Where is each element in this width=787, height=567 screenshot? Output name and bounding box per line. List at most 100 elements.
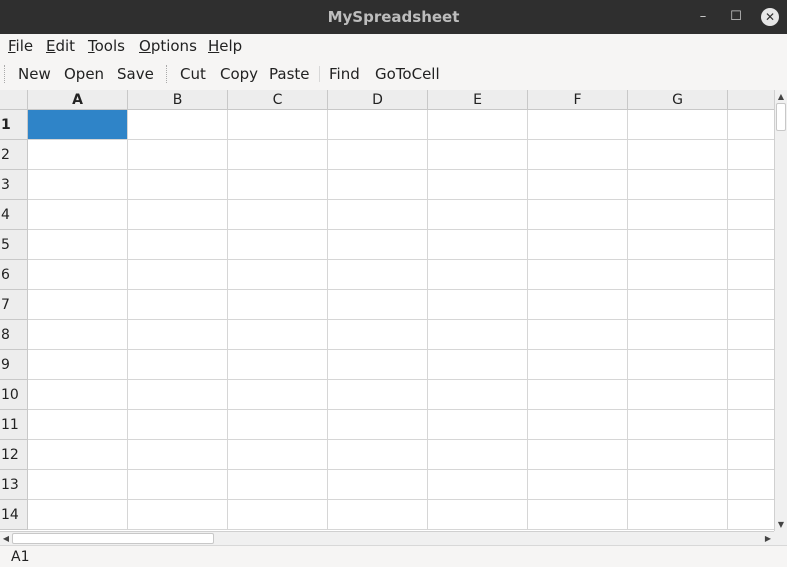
grid-cell[interactable] bbox=[328, 350, 428, 380]
grid-cell[interactable] bbox=[628, 290, 728, 320]
row-header[interactable]: 4 bbox=[0, 200, 28, 230]
spreadsheet-grid[interactable]: A B C D E F G 1 2 3 4 5 6 7 8 9 10 11 12 13 14 bbox=[0, 90, 774, 531]
grid-cell[interactable] bbox=[128, 350, 228, 380]
selected-cell[interactable] bbox=[28, 110, 128, 140]
grid-cell[interactable] bbox=[28, 380, 128, 410]
grid-cell[interactable] bbox=[328, 500, 428, 530]
grid-cell[interactable] bbox=[528, 380, 628, 410]
grid-cell[interactable] bbox=[628, 440, 728, 470]
grid-cell[interactable] bbox=[728, 380, 774, 410]
grid-cell[interactable] bbox=[528, 170, 628, 200]
grid-cell[interactable] bbox=[428, 410, 528, 440]
grid-cell[interactable] bbox=[628, 380, 728, 410]
toolbar-grip[interactable] bbox=[4, 65, 7, 83]
grid-cell[interactable] bbox=[428, 140, 528, 170]
column-header[interactable]: E bbox=[428, 90, 528, 110]
grid-cell[interactable] bbox=[28, 290, 128, 320]
grid-cell[interactable] bbox=[128, 200, 228, 230]
grid-cell[interactable] bbox=[528, 320, 628, 350]
grid-cell[interactable] bbox=[428, 260, 528, 290]
grid-cell[interactable] bbox=[328, 260, 428, 290]
grid-cell[interactable] bbox=[228, 500, 328, 530]
go-to-cell-button[interactable]: GoToCell bbox=[375, 65, 440, 83]
row-header[interactable]: 7 bbox=[0, 290, 28, 320]
grid-cell[interactable] bbox=[128, 380, 228, 410]
grid-cell[interactable] bbox=[28, 470, 128, 500]
grid-cell[interactable] bbox=[728, 260, 774, 290]
grid-cell[interactable] bbox=[728, 290, 774, 320]
grid-cell[interactable] bbox=[628, 230, 728, 260]
row-header[interactable]: 5 bbox=[0, 230, 28, 260]
grid-cell[interactable] bbox=[228, 380, 328, 410]
grid-cell[interactable] bbox=[428, 200, 528, 230]
grid-cell[interactable] bbox=[128, 320, 228, 350]
column-header[interactable]: G bbox=[628, 90, 728, 110]
column-header[interactable]: D bbox=[328, 90, 428, 110]
copy-button[interactable]: Copy bbox=[220, 65, 258, 83]
grid-cell[interactable] bbox=[728, 140, 774, 170]
grid-cell[interactable] bbox=[628, 260, 728, 290]
grid-cell[interactable] bbox=[28, 500, 128, 530]
grid-cell[interactable] bbox=[728, 350, 774, 380]
grid-cell[interactable] bbox=[28, 200, 128, 230]
grid-cell[interactable] bbox=[328, 380, 428, 410]
grid-cell[interactable] bbox=[428, 320, 528, 350]
grid-cell[interactable] bbox=[328, 140, 428, 170]
grid-cell[interactable] bbox=[628, 140, 728, 170]
grid-cell[interactable] bbox=[28, 170, 128, 200]
grid-cell[interactable] bbox=[228, 260, 328, 290]
column-header-partial[interactable] bbox=[728, 90, 774, 110]
column-header[interactable]: B bbox=[128, 90, 228, 110]
grid-cell[interactable] bbox=[728, 230, 774, 260]
grid-cell[interactable] bbox=[528, 500, 628, 530]
grid-cell[interactable] bbox=[428, 290, 528, 320]
grid-cell[interactable] bbox=[528, 200, 628, 230]
column-header[interactable]: C bbox=[228, 90, 328, 110]
grid-cell[interactable] bbox=[528, 350, 628, 380]
row-header[interactable]: 10 bbox=[0, 380, 28, 410]
grid-cell[interactable] bbox=[128, 290, 228, 320]
grid-cell[interactable] bbox=[128, 140, 228, 170]
grid-cell[interactable] bbox=[228, 410, 328, 440]
grid-cell[interactable] bbox=[328, 410, 428, 440]
grid-cell[interactable] bbox=[28, 320, 128, 350]
grid-cell[interactable] bbox=[328, 470, 428, 500]
grid-cell[interactable] bbox=[28, 230, 128, 260]
grid-cell[interactable] bbox=[428, 350, 528, 380]
grid-cell[interactable] bbox=[628, 410, 728, 440]
menu-tools[interactable]: Tools bbox=[88, 37, 125, 55]
grid-cell[interactable] bbox=[728, 470, 774, 500]
grid-cell[interactable] bbox=[528, 290, 628, 320]
find-button[interactable]: Find bbox=[329, 65, 360, 83]
maximize-icon[interactable]: ☐ bbox=[727, 8, 745, 26]
row-header[interactable]: 9 bbox=[0, 350, 28, 380]
toolbar-grip[interactable] bbox=[166, 65, 169, 83]
close-icon[interactable]: ✕ bbox=[761, 8, 779, 26]
grid-cell[interactable] bbox=[628, 110, 728, 140]
row-header[interactable]: 14 bbox=[0, 500, 28, 530]
grid-cell[interactable] bbox=[428, 230, 528, 260]
grid-cell[interactable] bbox=[128, 500, 228, 530]
grid-cell[interactable] bbox=[428, 380, 528, 410]
vertical-scrollbar[interactable]: ▲ ▼ bbox=[774, 90, 787, 531]
grid-cell[interactable] bbox=[528, 140, 628, 170]
grid-cell[interactable] bbox=[128, 470, 228, 500]
grid-cell[interactable] bbox=[228, 140, 328, 170]
row-header[interactable]: 13 bbox=[0, 470, 28, 500]
open-button[interactable]: Open bbox=[64, 65, 104, 83]
grid-cell[interactable] bbox=[128, 110, 228, 140]
grid-cell[interactable] bbox=[28, 440, 128, 470]
row-header[interactable]: 3 bbox=[0, 170, 28, 200]
grid-cell[interactable] bbox=[728, 320, 774, 350]
row-header[interactable]: 12 bbox=[0, 440, 28, 470]
grid-cell[interactable] bbox=[228, 350, 328, 380]
grid-cell[interactable] bbox=[628, 170, 728, 200]
grid-cell[interactable] bbox=[228, 230, 328, 260]
menu-file[interactable]: File bbox=[8, 37, 33, 55]
scroll-up-icon[interactable]: ▲ bbox=[775, 90, 787, 103]
grid-cell[interactable] bbox=[228, 170, 328, 200]
grid-cell[interactable] bbox=[228, 110, 328, 140]
row-header[interactable]: 1 bbox=[0, 110, 28, 140]
new-button[interactable]: New bbox=[18, 65, 51, 83]
menu-edit[interactable]: Edit bbox=[46, 37, 75, 55]
